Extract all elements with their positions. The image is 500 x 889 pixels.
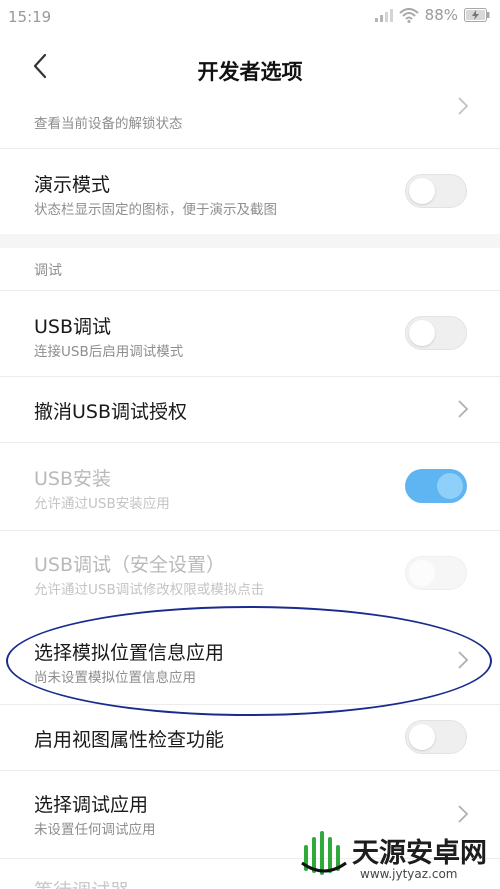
select-debug-app-subtitle: 未设置任何调试应用: [34, 822, 156, 838]
watermark-logo-icon: [300, 829, 348, 881]
row-demo-mode[interactable]: 演示模式 状态栏显示固定的图标，便于演示及截图: [0, 148, 500, 234]
row-mock-location-app[interactable]: 选择模拟位置信息应用 尚未设置模拟位置信息应用: [0, 618, 500, 705]
demo-mode-title: 演示模式: [34, 174, 111, 196]
header: 开发者选项: [0, 36, 500, 102]
toggle-knob: [409, 320, 435, 346]
toggle-knob: [409, 724, 435, 750]
chevron-right-icon: [456, 96, 470, 116]
mock-location-subtitle: 尚未设置模拟位置信息应用: [34, 670, 196, 686]
section-divider: [0, 234, 500, 248]
chevron-right-icon: [456, 804, 470, 824]
row-usb-debug-secure[interactable]: USB调试（安全设置） 允许通过USB调试修改权限或模拟点击: [0, 530, 500, 618]
view-attr-title: 启用视图属性检查功能: [34, 729, 225, 751]
select-debug-app-title: 选择调试应用: [34, 794, 149, 816]
status-bar: 15:19 88%: [0, 0, 500, 36]
wifi-icon: [398, 7, 419, 23]
wait-debugger-title: 等待调试器: [34, 876, 129, 889]
usb-install-subtitle: 允许通过USB安装应用: [34, 496, 170, 512]
demo-mode-toggle[interactable]: [405, 174, 467, 208]
usb-debug-secure-title: USB调试（安全设置）: [34, 554, 226, 576]
watermark: 天源安卓网 www.jytyaz.com: [292, 825, 492, 885]
usb-debug-secure-toggle[interactable]: [405, 556, 467, 590]
revoke-usb-auth-title: 撤消USB调试授权: [34, 401, 188, 423]
usb-install-title: USB安装: [34, 468, 112, 490]
demo-mode-subtitle: 状态栏显示固定的图标，便于演示及截图: [34, 202, 277, 218]
usb-install-toggle[interactable]: [405, 469, 467, 503]
row-usb-install[interactable]: USB安装 允许通过USB安装应用: [0, 442, 500, 531]
section-debug: 调试: [0, 248, 500, 291]
status-icons: 88%: [374, 6, 490, 24]
toggle-knob: [409, 178, 435, 204]
usb-debug-title: USB调试: [34, 316, 112, 338]
signal-icon: [374, 8, 393, 22]
row-usb-debug[interactable]: USB调试 连接USB后启用调试模式: [0, 290, 500, 377]
watermark-url: www.jytyaz.com: [360, 867, 458, 881]
screen: 15:19 88% 开发者选项 查看当前设备的解锁状态 演示模式 状态栏显示固定…: [0, 0, 500, 889]
row-view-attribute-inspection[interactable]: 启用视图属性检查功能: [0, 704, 500, 771]
view-attr-toggle[interactable]: [405, 720, 467, 754]
row-unlock-status[interactable]: 查看当前设备的解锁状态: [0, 97, 500, 149]
page-title: 开发者选项: [197, 60, 303, 84]
row-revoke-usb-auth[interactable]: 撤消USB调试授权: [0, 376, 500, 443]
section-debug-label: 调试: [34, 263, 62, 279]
usb-debug-toggle[interactable]: [405, 316, 467, 350]
usb-debug-subtitle: 连接USB后启用调试模式: [34, 344, 184, 360]
toggle-knob: [437, 473, 463, 499]
chevron-right-icon: [456, 650, 470, 670]
battery-charging-icon: [464, 8, 490, 22]
mock-location-title: 选择模拟位置信息应用: [34, 642, 225, 664]
toggle-knob: [409, 560, 435, 586]
battery-percent: 88%: [424, 6, 458, 24]
status-time: 15:19: [8, 8, 52, 26]
chevron-right-icon: [456, 399, 470, 419]
unlock-status-subtitle: 查看当前设备的解锁状态: [34, 116, 183, 132]
watermark-title: 天源安卓网: [352, 838, 487, 869]
usb-debug-secure-subtitle: 允许通过USB调试修改权限或模拟点击: [34, 582, 265, 598]
